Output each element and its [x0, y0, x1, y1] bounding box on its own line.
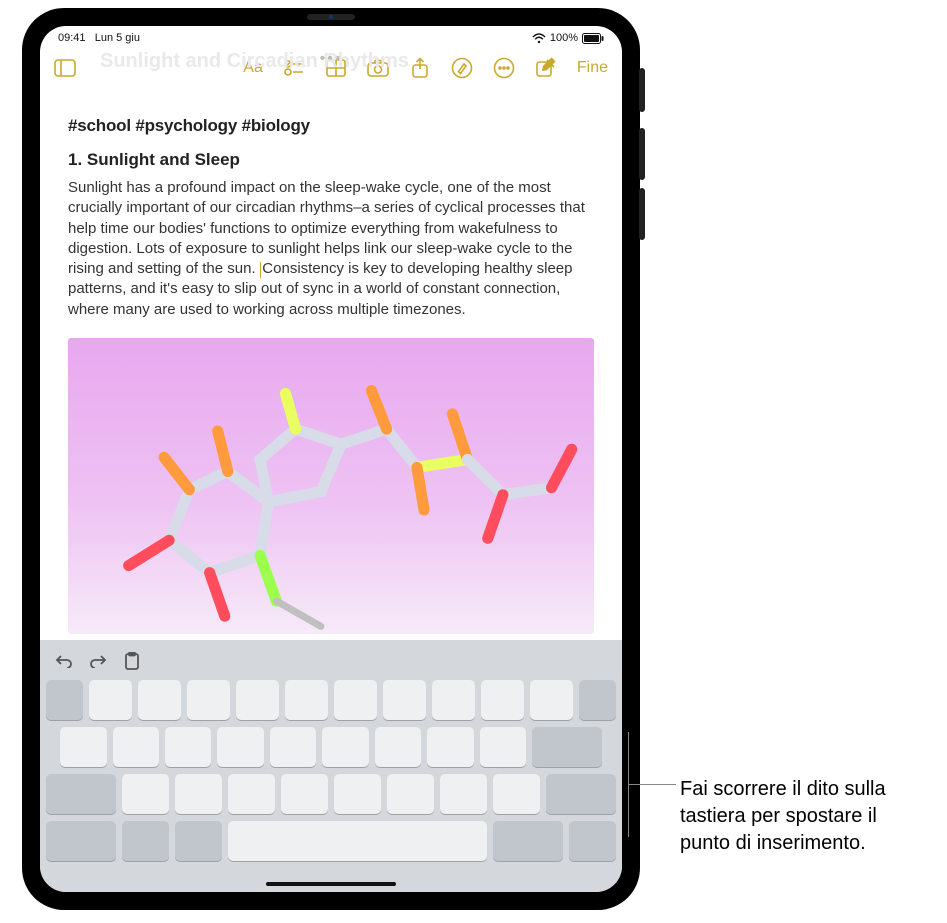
key-delete[interactable]: [579, 680, 616, 720]
sidebar-icon[interactable]: [54, 57, 76, 79]
key-blank[interactable]: [493, 774, 540, 814]
key-blank[interactable]: [175, 774, 222, 814]
key-blank[interactable]: [375, 727, 421, 767]
key-numbers[interactable]: [493, 821, 563, 861]
molecule-illustration: [68, 338, 594, 634]
volume-up-button[interactable]: [639, 128, 645, 180]
done-button[interactable]: Fine: [577, 59, 608, 77]
battery-percent: 100%: [550, 32, 578, 44]
markup-icon[interactable]: [451, 57, 473, 79]
multitask-dots-icon[interactable]: •••: [320, 50, 343, 68]
clipboard-paste-icon[interactable]: [122, 651, 142, 671]
key-blank[interactable]: [89, 680, 132, 720]
key-blank[interactable]: [270, 727, 316, 767]
keyboard-shortcut-row: [40, 646, 622, 676]
key-blank[interactable]: [46, 680, 83, 720]
format-text-button[interactable]: Aa: [243, 59, 263, 77]
key-blank[interactable]: [481, 680, 524, 720]
camera-icon[interactable]: [367, 57, 389, 79]
key-blank[interactable]: [480, 727, 526, 767]
ipad-device-frame: 09:41 Lun 5 giu 100% ••• Sunlight and Ci…: [22, 8, 640, 910]
key-blank[interactable]: [427, 727, 473, 767]
section-title-text: Sunlight and Sleep: [87, 150, 240, 169]
status-time: 09:41: [58, 32, 86, 44]
hashtags-line[interactable]: #school #psychology #biology: [68, 116, 594, 136]
volume-down-button[interactable]: [639, 188, 645, 240]
key-shift[interactable]: [546, 774, 616, 814]
key-blank[interactable]: [281, 774, 328, 814]
callout-leader-line: [628, 784, 676, 785]
keyboard-keys[interactable]: [40, 676, 622, 892]
key-blank[interactable]: [440, 774, 487, 814]
key-blank[interactable]: [138, 680, 181, 720]
checklist-icon[interactable]: [283, 57, 305, 79]
key-blank[interactable]: [187, 680, 230, 720]
key-blank[interactable]: [285, 680, 328, 720]
key-blank[interactable]: [530, 680, 573, 720]
body-paragraph[interactable]: Sunlight has a profound impact on the sl…: [68, 178, 594, 320]
embedded-image[interactable]: [68, 338, 594, 634]
home-indicator[interactable]: [266, 882, 396, 886]
compose-icon[interactable]: [535, 57, 557, 79]
key-blank[interactable]: [334, 774, 381, 814]
redo-icon[interactable]: [88, 651, 108, 671]
undo-icon[interactable]: [54, 651, 74, 671]
key-shift[interactable]: [46, 774, 116, 814]
section-heading[interactable]: 1. Sunlight and Sleep: [68, 150, 594, 170]
key-blank[interactable]: [165, 727, 211, 767]
status-bar: 09:41 Lun 5 giu 100%: [40, 26, 622, 46]
more-circle-icon[interactable]: [493, 57, 515, 79]
key-blank[interactable]: [322, 727, 368, 767]
key-blank[interactable]: [217, 727, 263, 767]
share-icon[interactable]: [409, 57, 431, 79]
power-button[interactable]: [639, 68, 645, 112]
key-blank[interactable]: [387, 774, 434, 814]
callout-text: Fai scorrere il dito sulla tastiera per …: [680, 776, 930, 857]
key-mic[interactable]: [175, 821, 222, 861]
key-blank[interactable]: [236, 680, 279, 720]
key-hide-keyboard[interactable]: [569, 821, 616, 861]
battery-icon: [582, 33, 604, 44]
key-blank[interactable]: [122, 774, 169, 814]
key-globe[interactable]: [122, 821, 169, 861]
key-blank[interactable]: [113, 727, 159, 767]
key-space[interactable]: [228, 821, 486, 861]
key-blank[interactable]: [432, 680, 475, 720]
key-numbers[interactable]: [46, 821, 116, 861]
status-time-date: 09:41 Lun 5 giu: [58, 32, 140, 44]
screen: 09:41 Lun 5 giu 100% ••• Sunlight and Ci…: [40, 26, 622, 892]
key-blank[interactable]: [383, 680, 426, 720]
status-date: Lun 5 giu: [95, 32, 140, 44]
key-blank[interactable]: [334, 680, 377, 720]
front-camera: [307, 14, 355, 20]
key-blank[interactable]: [228, 774, 275, 814]
section-number: 1.: [68, 150, 82, 169]
note-content[interactable]: #school #psychology #biology 1. Sunlight…: [40, 90, 622, 640]
onscreen-keyboard-trackpad[interactable]: [40, 640, 622, 892]
status-right: 100%: [532, 32, 604, 44]
key-return[interactable]: [532, 727, 602, 767]
wifi-icon: [532, 33, 546, 44]
key-blank[interactable]: [60, 727, 106, 767]
